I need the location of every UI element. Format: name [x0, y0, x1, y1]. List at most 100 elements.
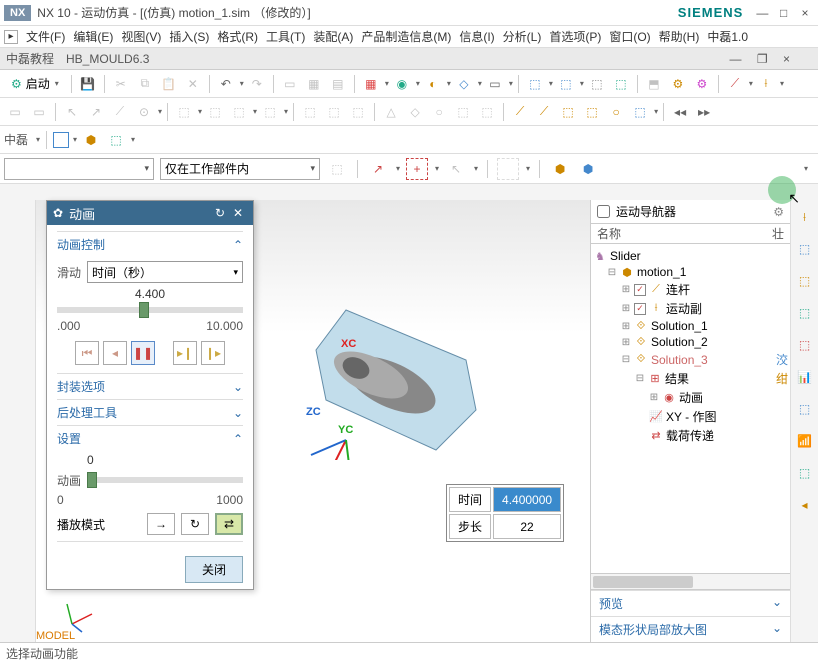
tab-tutorial[interactable]: 中磊教程	[6, 50, 54, 67]
nav-modeshape[interactable]: 模态形状局部放大图⌄	[591, 616, 790, 642]
tab-mould[interactable]: HB_MOULD6.3	[66, 52, 149, 66]
mode-once-button[interactable]: →	[147, 513, 175, 535]
menu-pmi[interactable]: 产品制造信息(M)	[361, 28, 451, 45]
info-step-value[interactable]: 22	[493, 514, 561, 539]
doc-restore[interactable]: ❐	[757, 52, 768, 66]
menu-analysis[interactable]: 分析(L)	[503, 28, 542, 45]
nav-checkbox[interactable]	[597, 205, 610, 218]
t5-icon-6[interactable]: ⬢	[549, 158, 571, 180]
t2-icon-5[interactable]: ⟋	[109, 101, 131, 123]
maximize-button[interactable]: □	[775, 6, 793, 20]
mode-loop-button[interactable]: ↻	[181, 513, 209, 535]
rail-icon-9[interactable]: ⬚	[796, 464, 814, 482]
t5-icon-7[interactable]: ⬢	[577, 158, 599, 180]
col-r[interactable]: 壮	[772, 225, 784, 242]
anim-header[interactable]: ✿ 动画 ↻ ✕	[47, 201, 253, 225]
rail-icon-10[interactable]: ◂	[796, 496, 814, 514]
tree-joints[interactable]: ⊞✓ ⟊ 运动副	[593, 299, 788, 318]
t2-icon-15[interactable]: ◇	[404, 101, 426, 123]
tool-icon-11[interactable]: ⬚	[610, 73, 632, 95]
info-time-value[interactable]: 4.400000	[493, 487, 561, 512]
tool-icon-8[interactable]: ⬚	[524, 73, 546, 95]
close-button[interactable]: 关闭	[185, 556, 243, 583]
tree-sol2[interactable]: ⊞ ⟐ Solution_2	[593, 334, 788, 350]
t2-icon-8[interactable]: ⬚	[204, 101, 226, 123]
t2-icon-1[interactable]: ▭	[4, 101, 26, 123]
grid-icon[interactable]: ▦	[360, 73, 382, 95]
tree-load[interactable]: ⇄ 载荷传递	[593, 426, 788, 445]
t2-icon-24[interactable]: ⬚	[629, 101, 651, 123]
tool-icon-9[interactable]: ⬚	[555, 73, 577, 95]
t2-icon-2[interactable]: ▭	[28, 101, 50, 123]
menu-plugin[interactable]: 中磊1.0	[707, 28, 748, 45]
sec-post[interactable]: 后处理工具 ⌄	[57, 399, 243, 425]
menu-tools[interactable]: 工具(T)	[266, 28, 305, 45]
undo-icon[interactable]: ↶	[215, 73, 237, 95]
tree-links[interactable]: ⊞✓ ⟋ 连杆	[593, 280, 788, 299]
anim-delay-slider[interactable]	[87, 477, 243, 483]
menu-info[interactable]: 信息(I)	[459, 28, 494, 45]
doc-menu-icon[interactable]: ▸	[4, 30, 18, 44]
tree-result[interactable]: ⊟ ⊞ 结果 绀	[593, 369, 788, 388]
sec-settings[interactable]: 设置 ⌃	[57, 425, 243, 451]
tool-icon-12[interactable]: ⬒	[643, 73, 665, 95]
start-button[interactable]: ⚙ 启动 ▾	[4, 72, 66, 95]
first-frame-button[interactable]: ⏮	[75, 341, 99, 365]
t5-icon-5[interactable]	[497, 158, 519, 180]
t5-icon-2[interactable]: ↗	[367, 158, 389, 180]
copy-icon[interactable]: ⧉	[134, 73, 156, 95]
close-button[interactable]: ×	[796, 6, 814, 20]
t2-icon-13[interactable]: ⬚	[347, 101, 369, 123]
t4-rect-icon[interactable]	[53, 132, 69, 148]
menu-format[interactable]: 格式(R)	[217, 28, 258, 45]
t5-icon-3[interactable]: +	[406, 158, 428, 180]
menu-prefs[interactable]: 首选项(P)	[549, 28, 601, 45]
play-button[interactable]: ▸❙	[173, 341, 197, 365]
sec-pack[interactable]: 封装选项 ⌄	[57, 373, 243, 399]
t2-icon-18[interactable]: ⬚	[476, 101, 498, 123]
menu-view[interactable]: 视图(V)	[121, 28, 161, 45]
tool-icon-13[interactable]: ⚙	[667, 73, 689, 95]
t2-icon-10[interactable]: ⬚	[259, 101, 281, 123]
menu-insert[interactable]: 插入(S)	[169, 28, 209, 45]
t2-icon-22[interactable]: ⬚	[581, 101, 603, 123]
rail-icon-3[interactable]: ⬚	[796, 272, 814, 290]
t2-icon-25[interactable]: ◂◂	[669, 101, 691, 123]
tool-icon-1[interactable]: ▭	[279, 73, 301, 95]
col-name[interactable]: 名称	[597, 225, 621, 242]
t2-icon-26[interactable]: ▸▸	[693, 101, 715, 123]
t2-icon-17[interactable]: ⬚	[452, 101, 474, 123]
nav-preview[interactable]: 预览⌄	[591, 590, 790, 616]
paste-icon[interactable]: 📋	[158, 73, 180, 95]
rail-icon-6[interactable]: 📊	[796, 368, 814, 386]
t2-icon-20[interactable]: ⟋	[533, 101, 555, 123]
time-unit-select[interactable]: 时间（秒） ▾	[87, 261, 243, 283]
tool-icon-3[interactable]: ▤	[327, 73, 349, 95]
nav-gear-icon[interactable]: ⚙	[773, 205, 784, 219]
rail-icon-7[interactable]: ⬚	[796, 400, 814, 418]
t2-icon-7[interactable]: ⬚	[173, 101, 195, 123]
tool-icon-7[interactable]: ▭	[484, 73, 506, 95]
tool-icon-15[interactable]: ⟋	[724, 73, 746, 95]
pause-button[interactable]: ❚❚	[131, 341, 155, 365]
tree-motion1[interactable]: ⊟ ⬢ motion_1	[593, 264, 788, 280]
doc-min[interactable]: —	[730, 52, 742, 66]
t4-cube-icon[interactable]: ⬢	[80, 129, 102, 151]
minimize-button[interactable]: —	[753, 6, 771, 20]
delete-icon[interactable]: ✕	[182, 73, 204, 95]
rail-icon-4[interactable]: ⬚	[796, 304, 814, 322]
tree-sol1[interactable]: ⊞ ⟐ Solution_1	[593, 318, 788, 334]
menu-file[interactable]: 文件(F)	[26, 28, 65, 45]
rail-icon-8[interactable]: 📶	[796, 432, 814, 450]
tool-icon-4[interactable]: ◉	[391, 73, 413, 95]
prev-frame-button[interactable]: ◂	[103, 341, 127, 365]
menu-edit[interactable]: 编辑(E)	[73, 28, 113, 45]
t2-icon-9[interactable]: ⬚	[228, 101, 250, 123]
t2-icon-16[interactable]: ○	[428, 101, 450, 123]
nav-tree[interactable]: ♞ Slider ⊟ ⬢ motion_1 ⊞✓ ⟋ 连杆 ⊞✓ ⟊ 运动副 ⊞…	[591, 244, 790, 573]
t2-icon-23[interactable]: ○	[605, 101, 627, 123]
t2-icon-4[interactable]: ↗	[85, 101, 107, 123]
t2-icon-11[interactable]: ⬚	[299, 101, 321, 123]
t2-icon-21[interactable]: ⬚	[557, 101, 579, 123]
tree-root[interactable]: ♞ Slider	[593, 248, 788, 264]
